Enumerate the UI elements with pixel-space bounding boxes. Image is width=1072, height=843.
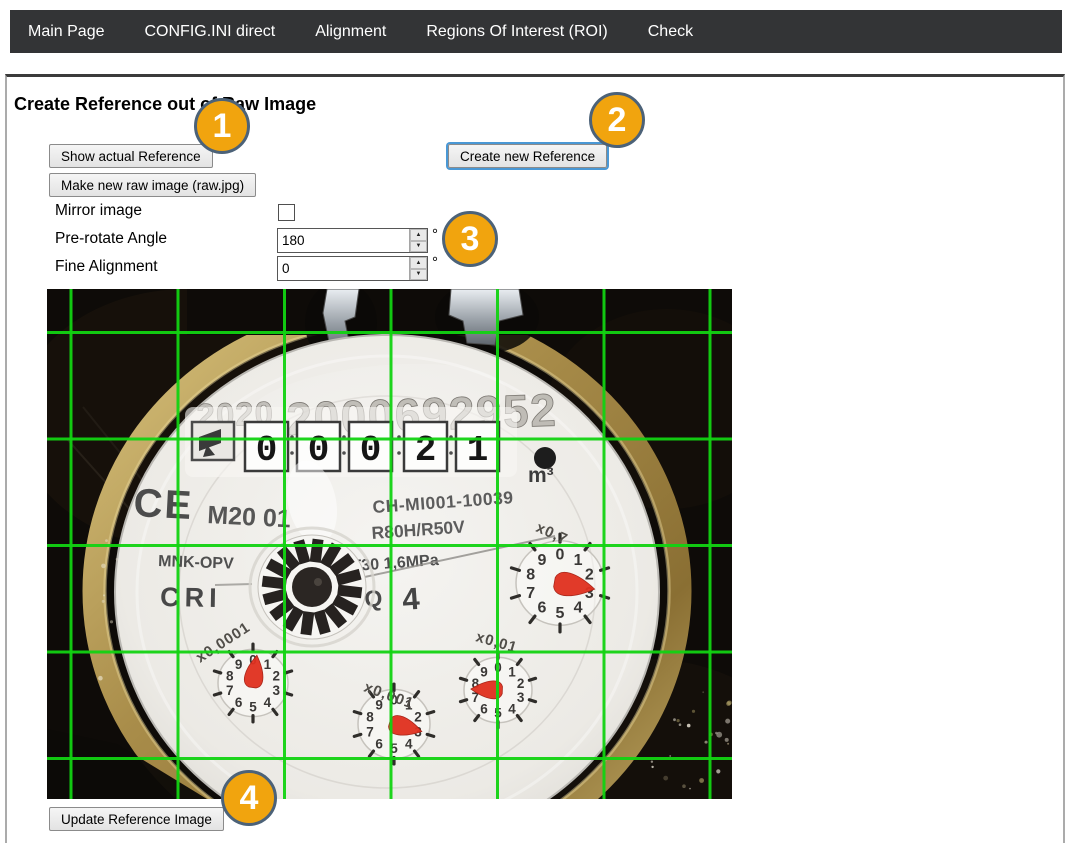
create-new-reference-button[interactable]: Create new Reference — [448, 144, 607, 168]
svg-text:2: 2 — [414, 709, 422, 724]
svg-text:9: 9 — [480, 664, 488, 679]
fine-degree-symbol: ° — [432, 254, 438, 271]
counter-window: 2 — [404, 422, 447, 471]
svg-text:6: 6 — [480, 701, 488, 716]
mirror-image-checkbox[interactable] — [278, 204, 295, 221]
svg-text:7: 7 — [226, 683, 234, 698]
svg-text:6: 6 — [375, 736, 383, 751]
svg-text:1: 1 — [508, 664, 516, 679]
annotation-badge-2: 2 — [589, 92, 645, 148]
nav-item-main-page[interactable]: Main Page — [28, 23, 105, 41]
nav-item-check[interactable]: Check — [648, 23, 693, 41]
svg-text:3: 3 — [517, 690, 525, 705]
fine-spin-up-icon[interactable]: ▲ — [410, 257, 427, 269]
prerotate-spin-down-icon[interactable]: ▼ — [410, 241, 427, 253]
annotation-badge-1: 1 — [194, 98, 250, 154]
prerotate-angle-field: ▲ ▼ — [277, 228, 428, 253]
svg-text:2: 2 — [415, 430, 437, 471]
make-new-raw-image-button[interactable]: Make new raw image (raw.jpg) — [49, 173, 256, 197]
svg-text:7: 7 — [366, 724, 374, 739]
top-nav: Main Page CONFIG.INI direct Alignment Re… — [10, 10, 1062, 53]
svg-text:9: 9 — [537, 552, 546, 569]
page-title: Create Reference out of Raw Image — [14, 94, 316, 115]
nav-item-alignment[interactable]: Alignment — [315, 23, 386, 41]
prerotate-degree-symbol: ° — [432, 226, 438, 243]
svg-text:0: 0 — [360, 430, 382, 471]
svg-text:8: 8 — [226, 669, 234, 684]
prerotate-spin-up-icon[interactable]: ▲ — [410, 229, 427, 241]
svg-text:1: 1 — [467, 430, 489, 471]
fine-spinner: ▲ ▼ — [409, 257, 427, 280]
brand-logo-icon — [192, 422, 234, 460]
svg-text:4: 4 — [508, 701, 516, 716]
svg-text:4: 4 — [264, 695, 272, 710]
fine-alignment-field: ▲ ▼ — [277, 256, 428, 281]
counter-window: 1 — [456, 422, 499, 471]
counter-window: 0 — [349, 422, 392, 471]
prerotate-angle-label: Pre-rotate Angle — [55, 230, 167, 248]
svg-text:5: 5 — [556, 605, 565, 622]
annotation-badge-3: 3 — [442, 211, 498, 267]
reference-image: 2020 2000692952 0 0 0 2 1 m³ CE M20 01 C… — [47, 289, 732, 799]
mirror-image-label: Mirror image — [55, 202, 142, 220]
svg-text:4: 4 — [405, 736, 413, 751]
fine-alignment-input[interactable] — [278, 257, 409, 280]
approval-text: M20 01 — [207, 501, 292, 533]
svg-text:8: 8 — [366, 709, 374, 724]
show-actual-reference-button[interactable]: Show actual Reference — [49, 144, 213, 168]
annotation-badge-4: 4 — [221, 770, 277, 826]
ce-mark-text: CE — [133, 481, 195, 528]
fine-alignment-label: Fine Alignment — [55, 258, 158, 276]
svg-text:7: 7 — [526, 585, 535, 602]
svg-text:5: 5 — [249, 699, 257, 714]
svg-text:1: 1 — [574, 552, 583, 569]
svg-text:8: 8 — [526, 567, 535, 584]
svg-text:2: 2 — [517, 676, 525, 691]
svg-text:1: 1 — [264, 657, 272, 672]
svg-text:2: 2 — [273, 669, 281, 684]
nav-item-config-ini[interactable]: CONFIG.INI direct — [145, 23, 276, 41]
q-value-text: 4 — [401, 581, 421, 617]
series-text: CRI — [160, 582, 222, 613]
counter-window: 0 — [245, 422, 288, 471]
svg-text:0: 0 — [556, 546, 565, 563]
nav-item-roi[interactable]: Regions Of Interest (ROI) — [426, 23, 607, 41]
update-reference-image-button[interactable]: Update Reference Image — [49, 807, 224, 831]
svg-text:6: 6 — [537, 600, 546, 617]
svg-text:4: 4 — [574, 600, 583, 617]
prerotate-angle-input[interactable] — [278, 229, 409, 252]
svg-text:2: 2 — [585, 567, 594, 584]
svg-text:3: 3 — [273, 683, 281, 698]
svg-text:9: 9 — [235, 657, 243, 672]
fine-spin-down-icon[interactable]: ▼ — [410, 269, 427, 281]
svg-text:0: 0 — [256, 430, 278, 471]
unit-label: m³ — [528, 464, 554, 487]
svg-text:6: 6 — [235, 695, 243, 710]
brand-text: MNK-OPV — [158, 553, 234, 573]
prerotate-spinner: ▲ ▼ — [409, 229, 427, 252]
